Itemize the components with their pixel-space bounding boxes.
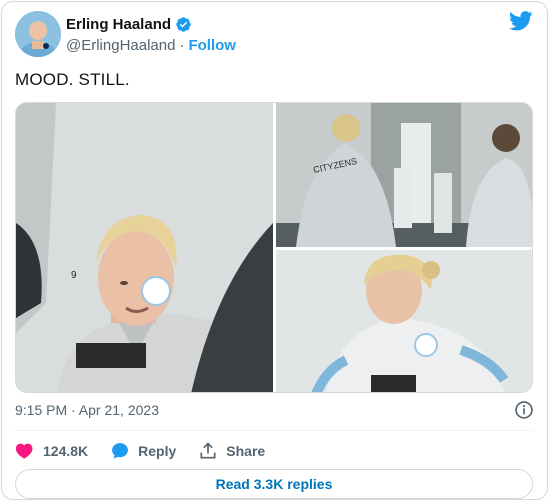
avatar[interactable] — [15, 11, 61, 57]
follow-button[interactable]: Follow — [188, 37, 236, 54]
kit-number-text: 9 — [71, 270, 77, 281]
share-label: Share — [226, 443, 266, 459]
author-handle[interactable]: @ErlingHaaland — [66, 37, 175, 54]
photo-tunnel-walk[interactable]: CITYZENS — [276, 103, 532, 247]
divider — [15, 430, 533, 431]
separator-dot: · — [179, 36, 185, 54]
tweet-header: Erling Haaland @ErlingHaaland · Follow — [15, 11, 535, 57]
tweet-actions: 124.8K Reply Share — [15, 440, 287, 462]
heart-icon — [15, 443, 33, 459]
like-button[interactable]: 124.8K — [15, 441, 88, 461]
info-icon[interactable] — [514, 400, 534, 420]
verified-badge-icon — [176, 16, 191, 32]
twitter-bird-icon[interactable] — [509, 11, 533, 31]
tweet-text: MOOD. STILL. — [15, 70, 130, 89]
share-button[interactable]: Share — [198, 441, 265, 461]
speech-bubble-icon — [112, 443, 129, 459]
display-name[interactable]: Erling Haaland — [66, 16, 171, 33]
photo-haaland-profile[interactable] — [276, 250, 532, 392]
like-count: 124.8K — [43, 443, 89, 459]
reply-label: Reply — [138, 443, 177, 459]
photo-haaland-smiling[interactable]: 9 — [16, 103, 273, 392]
media-grid: 9 CITYZENS — [15, 102, 533, 393]
read-replies-button[interactable]: Read 3.3K replies — [15, 469, 533, 499]
share-upload-icon — [200, 442, 216, 459]
tweet-timestamp[interactable]: 9:15 PM · Apr 21, 2023 — [15, 402, 159, 418]
reply-button[interactable]: Reply — [110, 441, 176, 461]
